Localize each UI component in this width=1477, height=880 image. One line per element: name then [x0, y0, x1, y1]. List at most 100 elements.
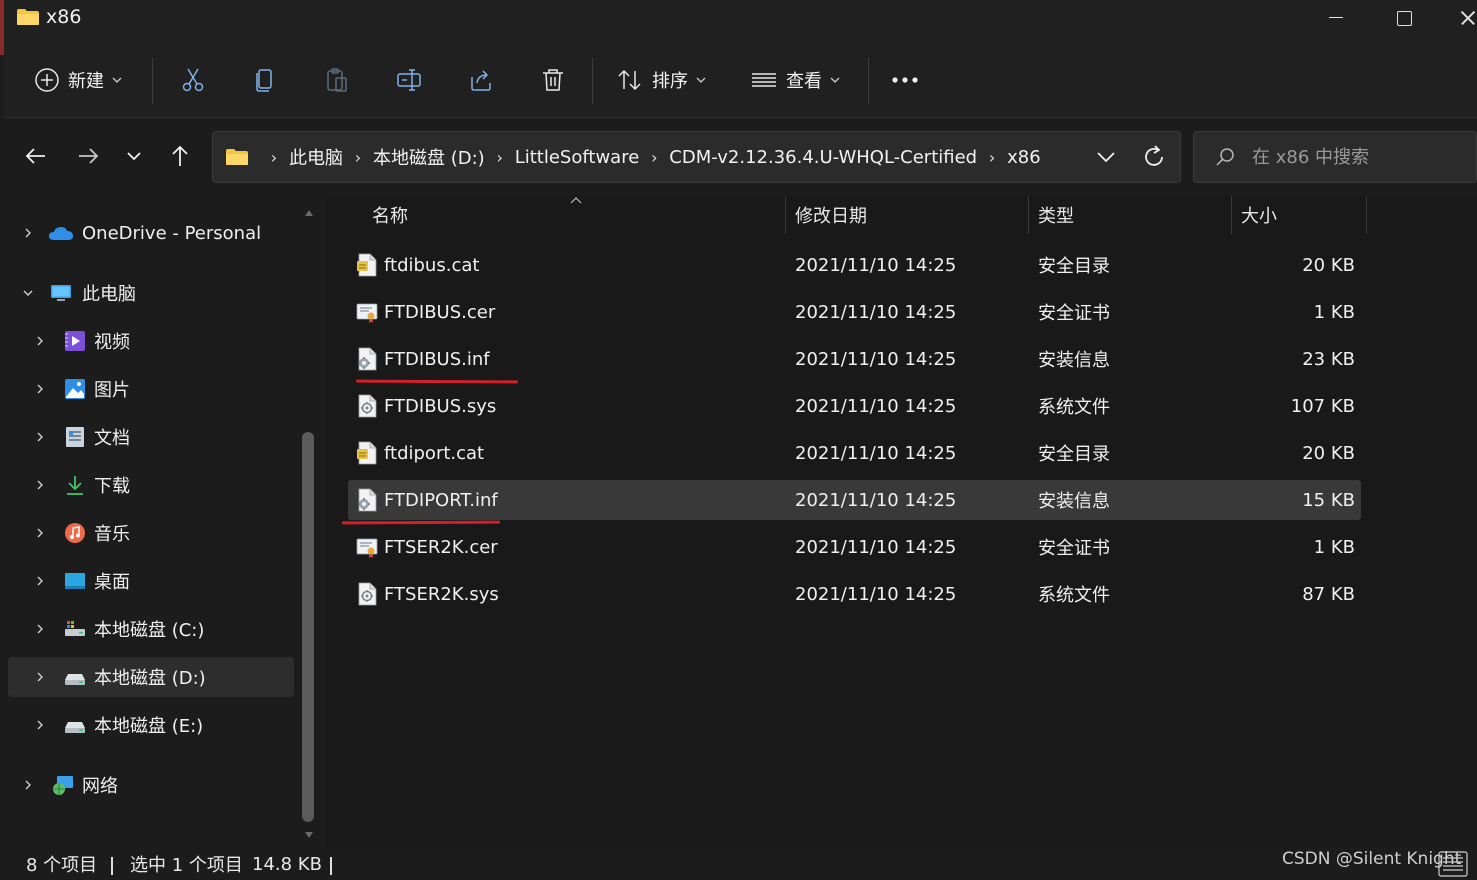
search-icon	[1216, 148, 1234, 166]
sidebar-item-this-pc[interactable]: 此电脑	[8, 273, 294, 313]
table-row[interactable]: ftdiport.cat 2021/11/10 14:25 安全目录 20 KB	[348, 433, 1361, 473]
sidebar-item-drive-c[interactable]: 本地磁盘 (C:)	[8, 609, 294, 649]
more-options-button[interactable]	[890, 58, 920, 102]
chevron-right-icon[interactable]	[34, 431, 46, 443]
view-label: 查看	[786, 71, 822, 92]
column-divider[interactable]	[1028, 196, 1029, 234]
sidebar-item-desktop[interactable]: 桌面	[8, 561, 294, 601]
file-size: 20 KB	[1302, 442, 1355, 464]
sidebar-item-documents[interactable]: 文档	[8, 417, 294, 457]
chevron-right-icon[interactable]	[34, 719, 46, 731]
sort-label: 排序	[652, 71, 688, 92]
breadcrumb-this-pc[interactable]: 此电脑	[289, 144, 343, 170]
status-divider	[111, 857, 113, 875]
sort-button[interactable]: 排序	[616, 58, 706, 102]
new-button[interactable]: 新建	[34, 58, 122, 102]
chevron-right-icon: ›	[354, 147, 362, 167]
chevron-right-icon[interactable]	[22, 227, 34, 239]
recent-locations-button[interactable]	[116, 138, 152, 174]
breadcrumb-littlesoftware[interactable]: LittleSoftware	[515, 147, 640, 168]
table-row[interactable]: FTDIBUS.inf 2021/11/10 14:25 安装信息 23 KB	[348, 339, 1361, 379]
chevron-right-icon[interactable]	[34, 623, 46, 635]
file-size: 15 KB	[1302, 489, 1355, 511]
column-divider[interactable]	[1231, 196, 1232, 234]
view-button[interactable]: 查看	[750, 58, 840, 102]
status-bar: 8 个项目 选中 1 个项目 14.8 KB	[4, 848, 1477, 880]
status-divider	[330, 857, 332, 875]
breadcrumb-cdm-folder[interactable]: CDM-v2.12.36.4.U-WHQL-Certified	[669, 147, 977, 168]
cut-button[interactable]	[180, 58, 206, 102]
search-input[interactable]	[1252, 141, 1472, 173]
address-bar[interactable]: › 此电脑 › 本地磁盘 (D:) › LittleSoftware › CDM…	[212, 131, 1181, 183]
table-row[interactable]: ftdibus.cat 2021/11/10 14:25 安全目录 20 KB	[348, 245, 1361, 285]
table-row[interactable]: FTDIPORT.inf 2021/11/10 14:25 安装信息 15 KB	[348, 480, 1361, 520]
sidebar-item-music[interactable]: 音乐	[8, 513, 294, 553]
network-icon	[53, 776, 73, 795]
file-type: 安全证书	[1038, 538, 1110, 559]
file-size: 20 KB	[1302, 254, 1355, 276]
file-date: 2021/11/10 14:25	[795, 489, 957, 511]
column-divider[interactable]	[1366, 196, 1367, 234]
chevron-down-icon	[696, 77, 706, 83]
table-row[interactable]: FTDIBUS.cer 2021/11/10 14:25 安全证书 1 KB	[348, 292, 1361, 332]
file-size: 1 KB	[1313, 536, 1355, 558]
delete-button[interactable]	[540, 58, 566, 102]
sidebar-item-pictures[interactable]: 图片	[8, 369, 294, 409]
documents-icon	[66, 427, 84, 447]
breadcrumb-drive-d[interactable]: 本地磁盘 (D:)	[373, 144, 485, 170]
sidebar-item-onedrive[interactable]: OneDrive - Personal	[8, 213, 294, 253]
back-button[interactable]	[18, 138, 54, 174]
table-row[interactable]: FTDIBUS.sys 2021/11/10 14:25 系统文件 107 KB	[348, 386, 1361, 426]
chevron-down-icon[interactable]	[22, 287, 34, 299]
chevron-right-icon[interactable]	[34, 575, 46, 587]
close-button[interactable]	[1439, 0, 1477, 36]
paste-button[interactable]	[324, 58, 350, 102]
sidebar-scrollbar-thumb[interactable]	[302, 432, 314, 822]
search-box[interactable]	[1193, 131, 1477, 183]
chevron-right-icon: ›	[270, 147, 278, 167]
address-history-chevron-icon[interactable]	[1093, 144, 1119, 170]
share-button[interactable]	[468, 58, 494, 102]
sidebar-item-label: 图片	[94, 380, 130, 401]
chevron-right-icon[interactable]	[22, 779, 34, 791]
this-pc-icon	[51, 285, 71, 301]
column-header-date[interactable]: 修改日期	[795, 196, 867, 234]
table-row[interactable]: FTSER2K.sys 2021/11/10 14:25 系统文件 87 KB	[348, 574, 1361, 614]
arrow-up-icon	[172, 145, 188, 166]
chevron-right-icon[interactable]	[34, 671, 46, 683]
forward-button[interactable]	[70, 138, 106, 174]
chevron-right-icon[interactable]	[34, 335, 46, 347]
more-dots-icon	[892, 77, 918, 83]
copy-button[interactable]	[252, 58, 278, 102]
breadcrumb-x86[interactable]: x86	[1007, 147, 1041, 168]
file-type: 安全证书	[1038, 303, 1110, 324]
scissors-icon	[182, 68, 204, 92]
breadcrumb: › 此电脑 › 本地磁盘 (D:) › LittleSoftware › CDM…	[225, 132, 1041, 182]
up-button[interactable]	[162, 138, 198, 174]
title-bar[interactable]: x86	[4, 0, 1477, 38]
chevron-right-icon[interactable]	[34, 527, 46, 539]
column-header-name[interactable]: 名称	[372, 196, 408, 234]
sidebar-item-label: 本地磁盘 (C:)	[94, 620, 205, 641]
sidebar-item-drive-d[interactable]: 本地磁盘 (D:)	[8, 657, 294, 697]
column-header-size[interactable]: 大小	[1241, 196, 1277, 234]
rename-icon	[397, 69, 421, 91]
system-file-icon	[358, 394, 377, 418]
maximize-button[interactable]	[1369, 0, 1439, 36]
new-label: 新建	[68, 71, 104, 92]
chevron-right-icon[interactable]	[34, 383, 46, 395]
refresh-icon[interactable]	[1141, 144, 1167, 170]
rename-button[interactable]	[396, 58, 422, 102]
chevron-right-icon[interactable]	[34, 479, 46, 491]
column-header-type[interactable]: 类型	[1038, 196, 1074, 234]
sidebar-item-network[interactable]: 网络	[8, 765, 294, 805]
minimize-button[interactable]	[1299, 0, 1369, 36]
file-size: 87 KB	[1302, 583, 1355, 605]
system-file-icon	[358, 582, 377, 606]
table-row[interactable]: FTSER2K.cer 2021/11/10 14:25 安全证书 1 KB	[348, 527, 1361, 567]
sidebar-item-label: OneDrive - Personal	[82, 222, 262, 244]
sidebar-item-drive-e[interactable]: 本地磁盘 (E:)	[8, 705, 294, 745]
column-divider[interactable]	[785, 196, 786, 234]
sidebar-item-downloads[interactable]: 下载	[8, 465, 294, 505]
sidebar-item-videos[interactable]: 视频	[8, 321, 294, 361]
